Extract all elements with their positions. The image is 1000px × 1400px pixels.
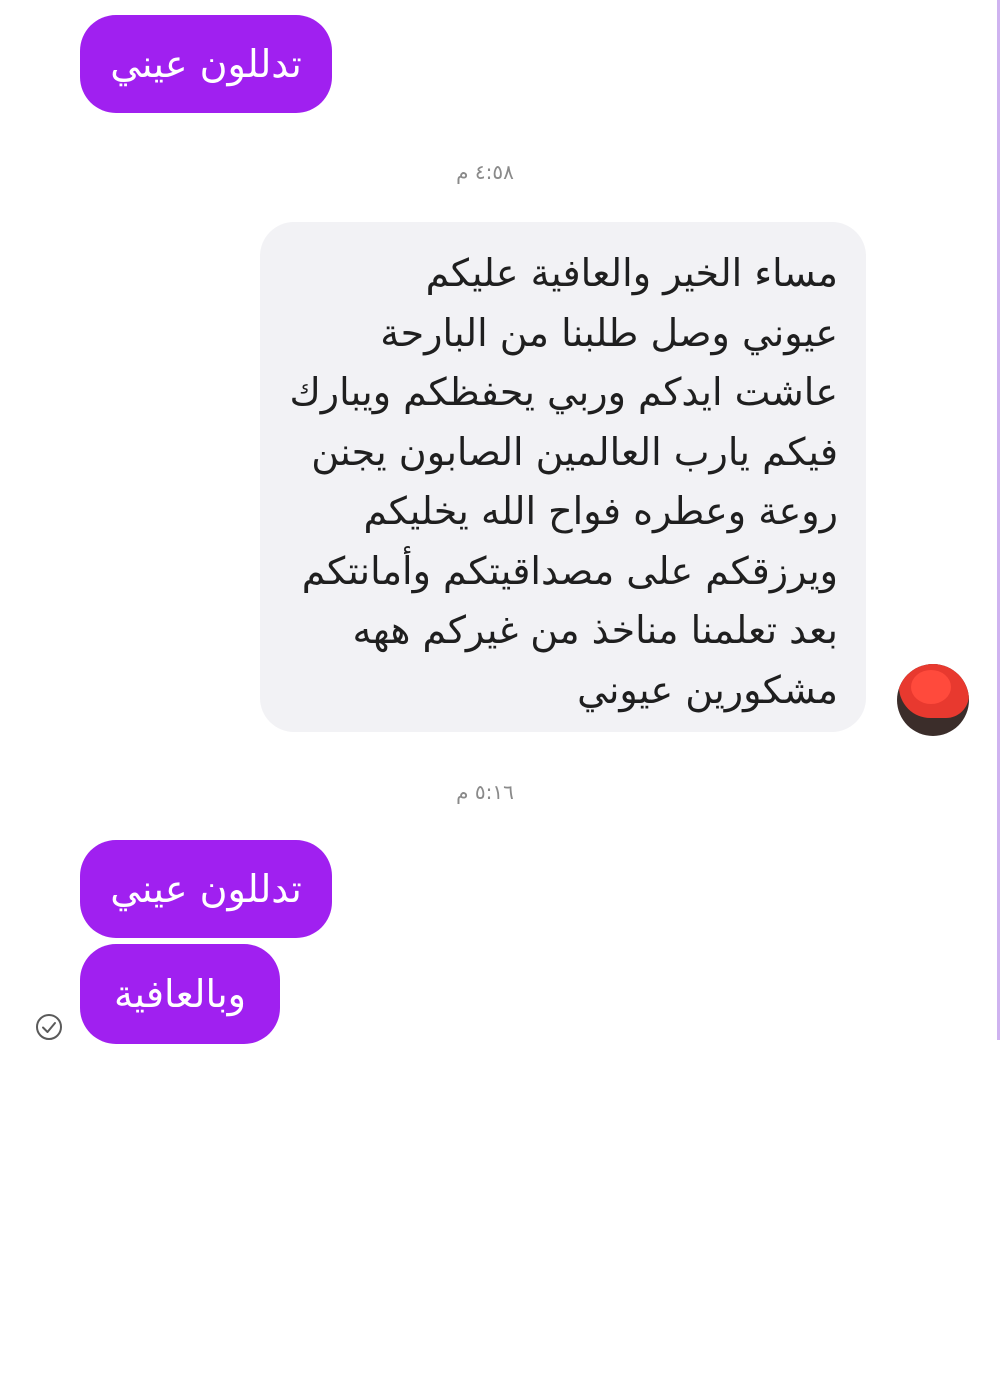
avatar[interactable] — [897, 664, 969, 736]
seen-check-icon — [34, 1012, 64, 1042]
received-message-line: روعة وعطره فواح الله يخليكم — [363, 489, 838, 533]
message-timestamp: ٤:٥٨ م — [456, 160, 514, 184]
received-message-line: عيوني وصل طلبنا من البارحة — [380, 310, 838, 355]
received-message-line: مساء الخير والعافية عليكم — [425, 251, 838, 295]
chat-thread: تدللون عيني ٤:٥٨ م مساء الخير والعافية ع… — [0, 0, 1000, 1044]
received-message-bubble[interactable]: مساء الخير والعافية عليكم عيوني وصل طلبن… — [260, 222, 866, 732]
received-message-line: مشكورين عيوني — [577, 667, 838, 712]
message-timestamp: ٥:١٦ م — [456, 780, 514, 804]
received-message-line: بعد تعلمنا مناخذ من غيركم ههه — [352, 608, 838, 652]
received-message-line: عاشت ايدكم وربي يحفظكم ويبارك — [289, 370, 838, 414]
sent-message-text: وبالعافية — [114, 972, 246, 1016]
received-message-line: فيكم يارب العالمين الصابون يجنن — [311, 429, 838, 474]
received-message-line: ويرزقكم على مصداقيتكم وأمانتكم — [301, 548, 838, 593]
sent-message-bubble[interactable]: وبالعافية — [80, 944, 280, 1044]
sent-message-bubble[interactable]: تدللون عيني — [80, 840, 332, 938]
sent-message-text: تدللون عيني — [110, 867, 302, 911]
sent-message-bubble[interactable]: تدللون عيني — [80, 15, 332, 113]
avatar-redaction-highlight — [911, 670, 951, 704]
sent-message-text: تدللون عيني — [110, 42, 302, 86]
